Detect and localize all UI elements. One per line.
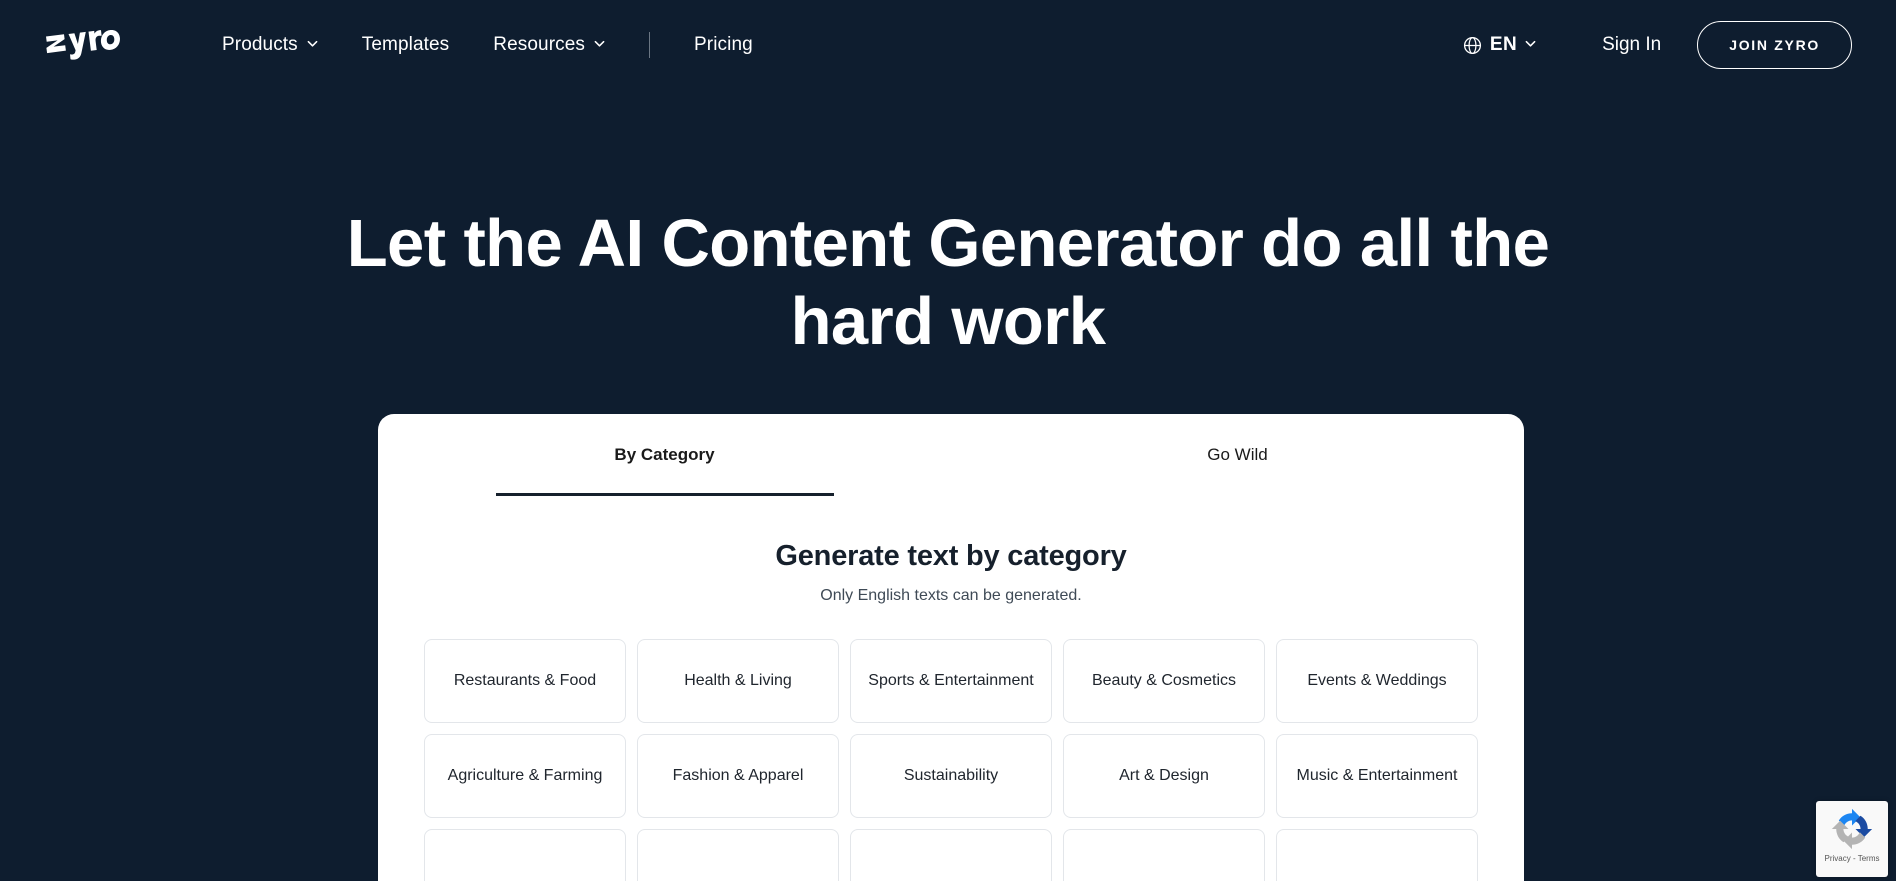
category-card[interactable]: Art & Design bbox=[1063, 734, 1265, 818]
category-card[interactable] bbox=[1276, 829, 1478, 881]
nav-item-label: Pricing bbox=[694, 34, 753, 55]
panel-heading: Generate text by category bbox=[775, 540, 1127, 572]
language-selector[interactable]: EN bbox=[1453, 26, 1546, 64]
nav-item-templates[interactable]: Templates bbox=[340, 24, 472, 66]
category-card[interactable] bbox=[637, 829, 839, 881]
language-label: EN bbox=[1489, 34, 1518, 55]
nav-item-label: Resources bbox=[493, 34, 585, 55]
recaptcha-badge[interactable]: Privacy - Terms bbox=[1816, 801, 1888, 877]
nav-item-pricing[interactable]: Pricing bbox=[672, 24, 775, 66]
nav-item-label: Templates bbox=[361, 34, 450, 55]
nav-item-resources[interactable]: Resources bbox=[471, 24, 627, 66]
chevron-down-icon bbox=[1525, 38, 1536, 49]
join-zyro-button[interactable]: JOIN ZYRO bbox=[1697, 21, 1852, 69]
category-card[interactable]: Music & Entertainment bbox=[1276, 734, 1478, 818]
nav-item-products[interactable]: Products bbox=[200, 24, 340, 66]
category-card[interactable]: Fashion & Apparel bbox=[637, 734, 839, 818]
zyro-logo[interactable] bbox=[44, 28, 120, 62]
category-card[interactable] bbox=[850, 829, 1052, 881]
category-card[interactable]: Agriculture & Farming bbox=[424, 734, 626, 818]
category-grid: Restaurants & Food Health & Living Sport… bbox=[424, 639, 1478, 881]
tab-go-wild[interactable]: Go Wild bbox=[951, 414, 1524, 496]
panel-subheading: Only English texts can be generated. bbox=[820, 587, 1082, 604]
chevron-down-icon bbox=[594, 38, 605, 49]
category-card[interactable]: Sustainability bbox=[850, 734, 1052, 818]
recaptcha-label: Privacy - Terms bbox=[1824, 854, 1880, 863]
nav-item-label: Products bbox=[222, 34, 298, 55]
panel-tabs: By Category Go Wild bbox=[378, 414, 1524, 496]
category-card[interactable]: Sports & Entertainment bbox=[850, 639, 1052, 723]
category-card[interactable]: Health & Living bbox=[637, 639, 839, 723]
tab-label: Go Wild bbox=[1207, 445, 1268, 464]
header-actions: EN Sign In JOIN ZYRO bbox=[1453, 21, 1852, 69]
category-card[interactable] bbox=[1063, 829, 1265, 881]
recaptcha-logo-icon bbox=[1831, 808, 1873, 850]
sign-in-link[interactable]: Sign In bbox=[1588, 26, 1675, 64]
category-card[interactable]: Restaurants & Food bbox=[424, 639, 626, 723]
category-card[interactable]: Beauty & Cosmetics bbox=[1063, 639, 1265, 723]
globe-icon bbox=[1463, 36, 1482, 55]
nav-divider bbox=[649, 32, 650, 58]
site-header: Products Templates Resources Pricing EN … bbox=[0, 0, 1896, 90]
tab-label: By Category bbox=[614, 445, 715, 464]
main-navigation: Products Templates Resources Pricing bbox=[200, 24, 775, 66]
chevron-down-icon bbox=[307, 38, 318, 49]
generator-panel: By Category Go Wild Generate text by cat… bbox=[378, 414, 1524, 881]
tab-by-category[interactable]: By Category bbox=[378, 414, 951, 496]
page-title: Let the AI Content Generator do all the … bbox=[346, 206, 1550, 359]
category-card[interactable]: Events & Weddings bbox=[1276, 639, 1478, 723]
category-card[interactable] bbox=[424, 829, 626, 881]
